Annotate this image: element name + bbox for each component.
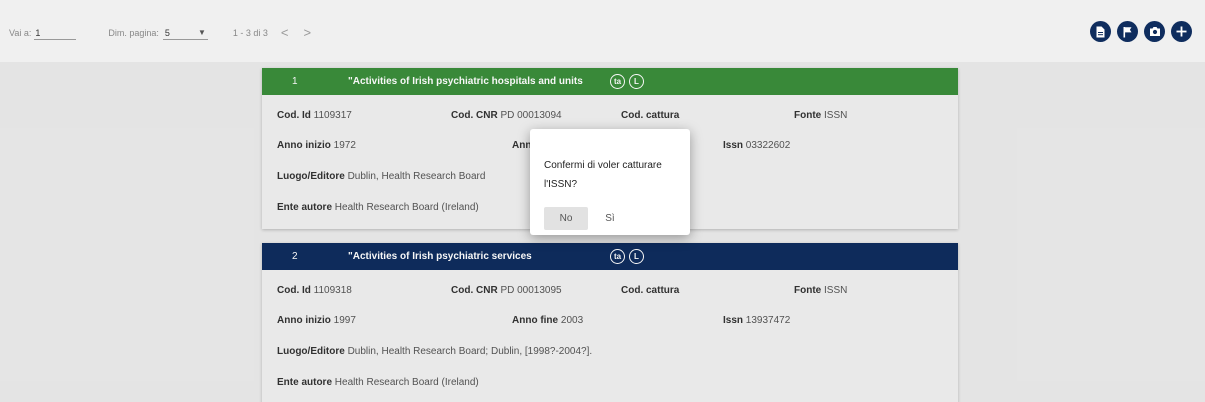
dialog-message: Confermi di voler catturare l'ISSN?	[544, 160, 662, 190]
caret-down-icon: ▼	[197, 28, 206, 37]
si-button[interactable]: Sì	[593, 207, 627, 230]
page-range: 1 - 3 di 3	[232, 28, 268, 38]
goto-label: Vai a:	[9, 28, 32, 38]
action-buttons	[1090, 21, 1198, 42]
next-page-button[interactable]: >	[304, 26, 312, 40]
pagination: Vai a: 1 Dim. pagina: 5 ▼ 1 - 3 di 3 < >	[9, 25, 311, 41]
goto-value: 1	[35, 27, 41, 38]
add-button[interactable]	[1171, 21, 1192, 42]
page-size-value: 5	[164, 27, 170, 38]
no-button[interactable]: No	[544, 207, 588, 230]
document-button[interactable]	[1090, 21, 1111, 42]
page-size-label: Dim. pagina:	[108, 28, 159, 38]
document-icon	[1096, 26, 1105, 37]
prev-page-button[interactable]: <	[281, 26, 289, 40]
camera-icon	[1149, 27, 1160, 36]
toolbar: Vai a: 1 Dim. pagina: 5 ▼ 1 - 3 di 3 < >	[0, 0, 1205, 62]
confirm-dialog: Confermi di voler catturare l'ISSN? No S…	[530, 129, 690, 235]
flag-icon	[1123, 26, 1132, 37]
add-icon	[1176, 26, 1187, 37]
page-size-select[interactable]: 5 ▼	[162, 26, 208, 40]
flag-button[interactable]	[1117, 21, 1138, 42]
goto-input[interactable]: 1	[34, 26, 77, 40]
camera-button[interactable]	[1144, 21, 1165, 42]
